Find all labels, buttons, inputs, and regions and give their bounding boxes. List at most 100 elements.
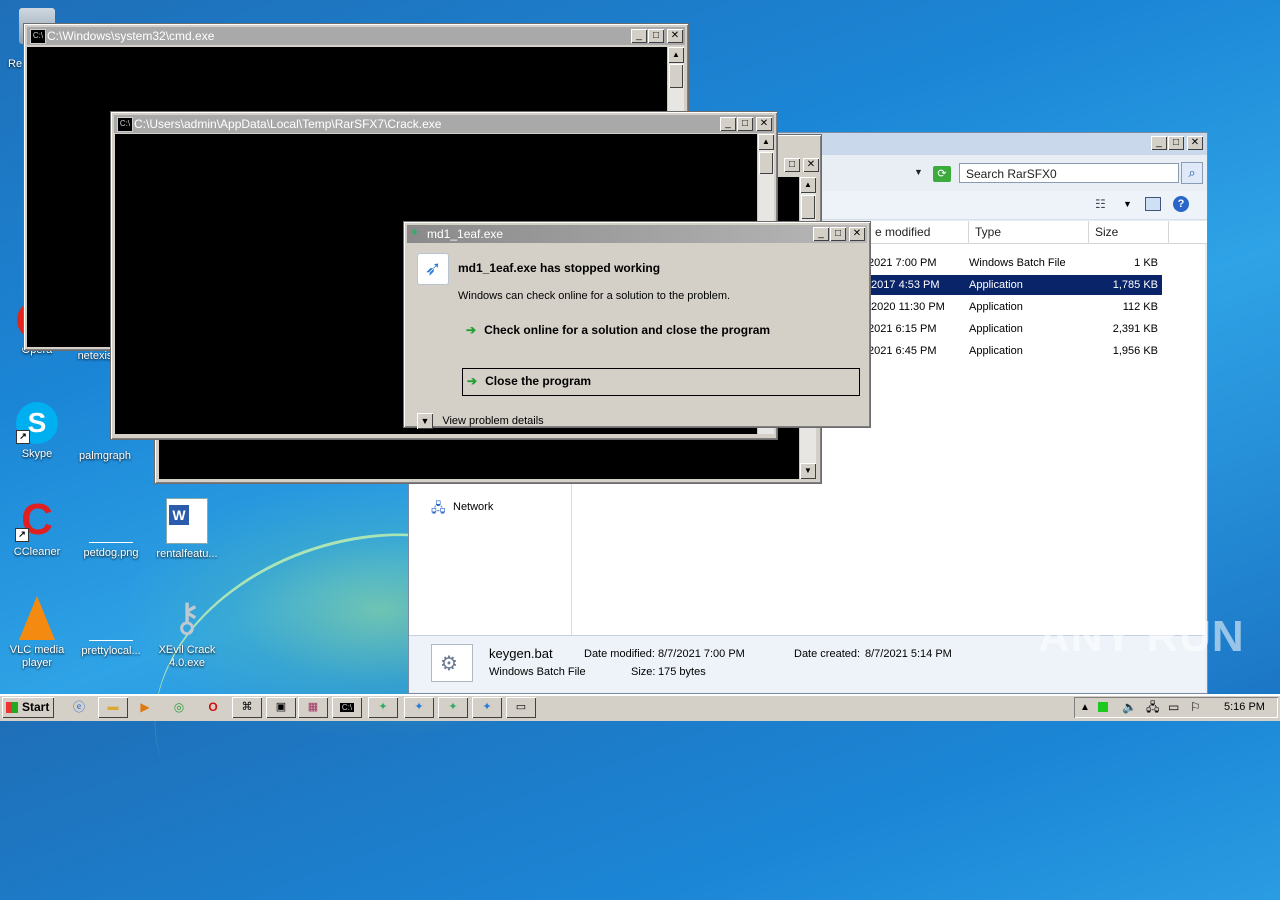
batch-file-icon: ⚙ (431, 644, 473, 682)
minimize-button[interactable]: _ (1151, 136, 1167, 150)
scroll-up-button[interactable]: ▲ (800, 177, 816, 193)
maximize-button[interactable]: □ (1168, 136, 1184, 150)
monitor-icon[interactable]: ▭ (1168, 697, 1179, 718)
chevron-down-icon: ▼ (417, 413, 433, 429)
desktop-icon-xevil-crack[interactable]: ⚷ XEvil Crack 4.0.exe (150, 596, 224, 670)
cell-date: /2020 11:30 PM (868, 301, 945, 313)
close-button[interactable]: ✕ (803, 158, 819, 172)
opera-taskbar-icon[interactable]: O (202, 698, 224, 717)
app-icon: ✦ (378, 701, 388, 713)
taskbar-task-7[interactable]: ✦ (472, 697, 502, 718)
app-grid-icon: ⌘ (241, 701, 253, 713)
taskbar-task-6[interactable]: ✦ (438, 697, 468, 718)
network-icon[interactable]: 🖧 (431, 499, 446, 521)
column-header-type[interactable]: Type (969, 221, 1089, 243)
search-input[interactable]: Search RarSFX0 (959, 163, 1179, 183)
desktop-icon-vlc[interactable]: VLC media player (0, 596, 74, 670)
scroll-up-button[interactable]: ▲ (758, 134, 774, 150)
taskbar-task-4[interactable]: ✦ (368, 697, 398, 718)
internet-explorer-icon[interactable]: ⓔ (68, 698, 90, 717)
desktop-icon-label: Re (8, 58, 23, 70)
taskbar: Start ⓔ ▬ ▶ ◎ O ⌘ ▣ ▦ C:\ ✦ ✦ ✦ ✦ ▭ ▲ 🔈 … (0, 694, 1280, 721)
desktop-icon-label: rentalfeatu... (156, 548, 218, 560)
anyrun-watermark: ANY RUN (1038, 612, 1245, 661)
shortcut-arrow-icon: ↗ (15, 528, 29, 542)
taskbar-task-2[interactable]: ▣ (266, 697, 296, 718)
desktop-icon-label: Skype (21, 448, 53, 460)
desktop-icon-ccleaner[interactable]: C ↗ CCleaner (0, 498, 74, 559)
taskbar-task-5[interactable]: ✦ (404, 697, 434, 718)
clock[interactable]: 5:16 PM (1224, 697, 1265, 718)
help-icon[interactable]: ? (1173, 196, 1189, 212)
details-modified-label: Date modified: (584, 648, 655, 660)
app-icon: ✦ (414, 701, 424, 713)
speaker-icon[interactable]: 🔈 (1122, 697, 1137, 718)
scroll-thumb[interactable] (801, 195, 815, 219)
cell-size: 1,956 KB (1112, 345, 1158, 357)
dialog-message: Windows can check online for a solution … (458, 290, 731, 302)
desktop-icon-label: palmgraph (79, 450, 131, 462)
archive-icon: ▦ (307, 701, 319, 713)
taskbar-task-8[interactable]: ▭ (506, 697, 536, 718)
view-options-icon[interactable]: ☷ (1095, 197, 1106, 211)
start-button[interactable]: Start (2, 697, 54, 718)
desktop-icon-skype[interactable]: S ↗ Skype (0, 402, 74, 461)
desktop-icon-rentalfeatu[interactable]: W rentalfeatu... (150, 498, 224, 561)
column-header-size[interactable]: Size (1089, 221, 1169, 243)
chrome-icon[interactable]: ◎ (168, 698, 190, 717)
column-header-date[interactable]: e modified (871, 221, 969, 243)
chevron-down-icon[interactable]: ▼ (1123, 199, 1132, 209)
desktop-icon-petdog[interactable]: petdog.png (74, 520, 148, 560)
scroll-thumb[interactable] (759, 152, 773, 174)
console-icon: C:\ (339, 703, 355, 712)
taskbar-task-1[interactable]: ⌘ (232, 697, 262, 718)
chevron-up-icon[interactable]: ▲ (1080, 697, 1090, 718)
flag-icon[interactable]: ⚐ (1190, 697, 1201, 718)
taskbar-task-cmd[interactable]: C:\ (332, 697, 362, 718)
scroll-thumb[interactable] (669, 64, 683, 88)
media-player-icon[interactable]: ▶ (134, 698, 156, 717)
maximize-button[interactable]: □ (648, 29, 664, 43)
close-button[interactable]: ✕ (756, 117, 772, 131)
close-program-option[interactable]: ➔ Close the program (462, 368, 860, 396)
preview-pane-icon[interactable] (1145, 197, 1161, 211)
check-online-label: Check online for a solution and close th… (484, 323, 771, 337)
desktop-icon-label: prettylocal... (81, 645, 141, 657)
search-icon[interactable]: ⌕ (1181, 162, 1203, 184)
minimize-button[interactable]: _ (813, 227, 829, 241)
refresh-button[interactable]: ⟳ (933, 166, 951, 182)
explorer-taskbar-button[interactable]: ▬ (98, 697, 128, 718)
green-status-icon[interactable] (1098, 702, 1108, 712)
close-button[interactable]: ✕ (667, 29, 683, 43)
key-icon: ⚷ (172, 596, 202, 640)
close-button[interactable]: ✕ (1187, 136, 1203, 150)
column-headers: e modified Type Size (817, 221, 1207, 244)
image-file-icon (89, 520, 133, 543)
maximize-button[interactable]: □ (737, 117, 753, 131)
chevron-down-icon[interactable]: ▼ (914, 167, 923, 177)
scroll-up-button[interactable]: ▲ (668, 47, 684, 63)
cell-type: Application (969, 323, 1023, 335)
window-title: C:\Windows\system32\cmd.exe (47, 29, 215, 43)
details-file-name: keygen.bat (489, 646, 553, 661)
desktop-icon-label: CCleaner (13, 546, 61, 558)
close-button[interactable]: ✕ (849, 227, 865, 241)
network-tray-icon[interactable]: 🖧 (1146, 697, 1159, 718)
maximize-button[interactable]: □ (784, 158, 800, 172)
scroll-down-button[interactable]: ▼ (800, 463, 816, 479)
view-details-toggle[interactable]: ▼ View problem details (417, 413, 544, 429)
nav-item-network[interactable]: Network (453, 501, 493, 513)
details-created-label: Date created: (794, 648, 861, 660)
shortcut-arrow-icon: ↗ (16, 430, 30, 444)
minimize-button[interactable]: _ (631, 29, 647, 43)
taskbar-task-3[interactable]: ▦ (298, 697, 328, 718)
check-online-option[interactable]: ➔ Check online for a solution and close t… (466, 323, 770, 337)
minimize-button[interactable]: _ (720, 117, 736, 131)
arrow-right-icon: ➔ (467, 374, 478, 388)
desktop-icon-prettylocal[interactable]: prettylocal... (74, 620, 148, 658)
desktop-icon-palmgraph[interactable]: palmgraph (68, 450, 142, 463)
dialog-title: md1_1eaf.exe (427, 227, 504, 241)
details-modified-value: 8/7/2021 7:00 PM (658, 648, 745, 660)
maximize-button[interactable]: □ (830, 227, 846, 241)
error-dialog[interactable]: ✦ md1_1eaf.exe _ □ ✕ ➶ md1_1eaf.exe has … (403, 221, 871, 429)
